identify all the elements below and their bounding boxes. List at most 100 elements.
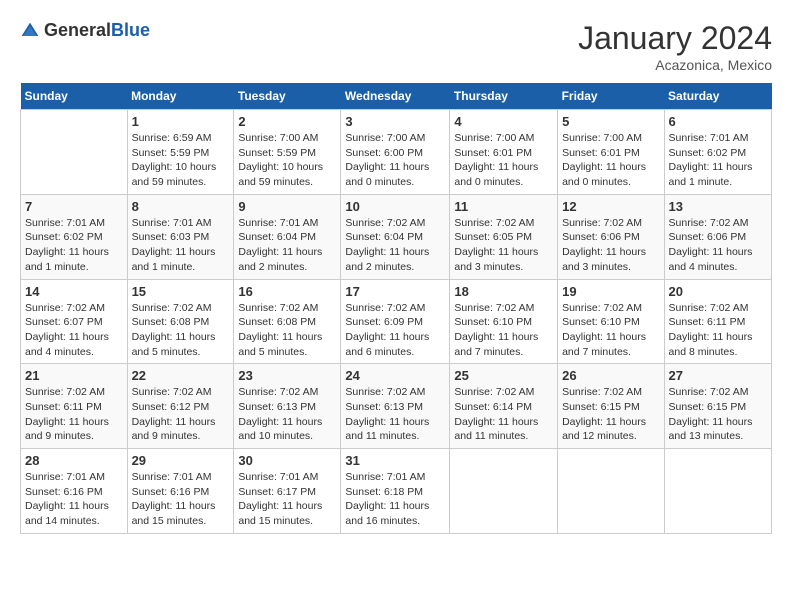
- day-info: Sunrise: 7:02 AM Sunset: 6:06 PM Dayligh…: [669, 216, 767, 275]
- week-row-3: 14 Sunrise: 7:02 AM Sunset: 6:07 PM Dayli…: [21, 279, 772, 364]
- calendar-cell: 2 Sunrise: 7:00 AM Sunset: 5:59 PM Daylig…: [234, 110, 341, 195]
- day-info: Sunrise: 7:02 AM Sunset: 6:15 PM Dayligh…: [669, 385, 767, 444]
- day-number: 15: [132, 284, 230, 299]
- day-number: 26: [562, 368, 659, 383]
- day-info: Sunrise: 7:02 AM Sunset: 6:13 PM Dayligh…: [238, 385, 336, 444]
- calendar-cell: 23 Sunrise: 7:02 AM Sunset: 6:13 PM Dayli…: [234, 364, 341, 449]
- calendar-cell: 3 Sunrise: 7:00 AM Sunset: 6:00 PM Daylig…: [341, 110, 450, 195]
- day-info: Sunrise: 7:01 AM Sunset: 6:02 PM Dayligh…: [25, 216, 123, 275]
- calendar-cell: 21 Sunrise: 7:02 AM Sunset: 6:11 PM Dayli…: [21, 364, 128, 449]
- location: Acazonica, Mexico: [578, 57, 772, 73]
- day-info: Sunrise: 7:02 AM Sunset: 6:15 PM Dayligh…: [562, 385, 659, 444]
- calendar-cell: 22 Sunrise: 7:02 AM Sunset: 6:12 PM Dayli…: [127, 364, 234, 449]
- logo-text-blue: Blue: [111, 20, 150, 40]
- calendar-cell: [558, 449, 664, 534]
- day-info: Sunrise: 7:02 AM Sunset: 6:08 PM Dayligh…: [238, 301, 336, 360]
- header-wednesday: Wednesday: [341, 83, 450, 110]
- calendar-cell: 27Sunrise: 7:02 AM Sunset: 6:15 PM Dayli…: [664, 364, 771, 449]
- week-row-2: 7 Sunrise: 7:01 AM Sunset: 6:02 PM Daylig…: [21, 194, 772, 279]
- calendar-cell: 24 Sunrise: 7:02 AM Sunset: 6:13 PM Dayli…: [341, 364, 450, 449]
- calendar-cell: 5 Sunrise: 7:00 AM Sunset: 6:01 PM Daylig…: [558, 110, 664, 195]
- day-number: 29: [132, 453, 230, 468]
- day-number: 30: [238, 453, 336, 468]
- day-info: Sunrise: 7:02 AM Sunset: 6:13 PM Dayligh…: [345, 385, 445, 444]
- day-number: 14: [25, 284, 123, 299]
- header-saturday: Saturday: [664, 83, 771, 110]
- day-info: Sunrise: 7:02 AM Sunset: 6:04 PM Dayligh…: [345, 216, 445, 275]
- logo: GeneralBlue: [20, 20, 150, 41]
- day-number: 8: [132, 199, 230, 214]
- calendar-cell: 8 Sunrise: 7:01 AM Sunset: 6:03 PM Daylig…: [127, 194, 234, 279]
- calendar-cell: 1Sunrise: 6:59 AM Sunset: 5:59 PM Daylig…: [127, 110, 234, 195]
- day-info: Sunrise: 7:02 AM Sunset: 6:11 PM Dayligh…: [25, 385, 123, 444]
- month-title: January 2024: [578, 20, 772, 57]
- header-sunday: Sunday: [21, 83, 128, 110]
- day-number: 19: [562, 284, 659, 299]
- day-number: 22: [132, 368, 230, 383]
- day-info: Sunrise: 7:02 AM Sunset: 6:11 PM Dayligh…: [669, 301, 767, 360]
- day-info: Sunrise: 7:01 AM Sunset: 6:18 PM Dayligh…: [345, 470, 445, 529]
- calendar-cell: 7 Sunrise: 7:01 AM Sunset: 6:02 PM Daylig…: [21, 194, 128, 279]
- day-number: 2: [238, 114, 336, 129]
- day-info: Sunrise: 7:01 AM Sunset: 6:16 PM Dayligh…: [25, 470, 123, 529]
- day-info: Sunrise: 7:00 AM Sunset: 6:01 PM Dayligh…: [454, 131, 553, 190]
- calendar-cell: 9 Sunrise: 7:01 AM Sunset: 6:04 PM Daylig…: [234, 194, 341, 279]
- calendar-cell: 15 Sunrise: 7:02 AM Sunset: 6:08 PM Dayli…: [127, 279, 234, 364]
- calendar-cell: 31 Sunrise: 7:01 AM Sunset: 6:18 PM Dayli…: [341, 449, 450, 534]
- day-number: 24: [345, 368, 445, 383]
- week-row-5: 28 Sunrise: 7:01 AM Sunset: 6:16 PM Dayli…: [21, 449, 772, 534]
- calendar-cell: 10Sunrise: 7:02 AM Sunset: 6:04 PM Dayli…: [341, 194, 450, 279]
- day-info: Sunrise: 7:01 AM Sunset: 6:17 PM Dayligh…: [238, 470, 336, 529]
- calendar-cell: 14 Sunrise: 7:02 AM Sunset: 6:07 PM Dayli…: [21, 279, 128, 364]
- day-number: 9: [238, 199, 336, 214]
- logo-text-general: General: [44, 20, 111, 40]
- day-info: Sunrise: 7:00 AM Sunset: 6:01 PM Dayligh…: [562, 131, 659, 190]
- day-number: 3: [345, 114, 445, 129]
- week-row-4: 21 Sunrise: 7:02 AM Sunset: 6:11 PM Dayli…: [21, 364, 772, 449]
- day-info: Sunrise: 7:01 AM Sunset: 6:02 PM Dayligh…: [669, 131, 767, 190]
- header-thursday: Thursday: [450, 83, 558, 110]
- day-number: 23: [238, 368, 336, 383]
- calendar-cell: 6Sunrise: 7:01 AM Sunset: 6:02 PM Daylig…: [664, 110, 771, 195]
- week-row-1: 1Sunrise: 6:59 AM Sunset: 5:59 PM Daylig…: [21, 110, 772, 195]
- day-number: 5: [562, 114, 659, 129]
- day-number: 13: [669, 199, 767, 214]
- page-header: GeneralBlue January 2024 Acazonica, Mexi…: [20, 20, 772, 73]
- calendar-cell: [664, 449, 771, 534]
- day-info: Sunrise: 6:59 AM Sunset: 5:59 PM Dayligh…: [132, 131, 230, 190]
- day-number: 12: [562, 199, 659, 214]
- calendar-cell: 13 Sunrise: 7:02 AM Sunset: 6:06 PM Dayli…: [664, 194, 771, 279]
- header-monday: Monday: [127, 83, 234, 110]
- header-row: SundayMondayTuesdayWednesdayThursdayFrid…: [21, 83, 772, 110]
- day-info: Sunrise: 7:02 AM Sunset: 6:07 PM Dayligh…: [25, 301, 123, 360]
- day-number: 28: [25, 453, 123, 468]
- day-info: Sunrise: 7:00 AM Sunset: 5:59 PM Dayligh…: [238, 131, 336, 190]
- day-info: Sunrise: 7:01 AM Sunset: 6:16 PM Dayligh…: [132, 470, 230, 529]
- calendar-cell: 17Sunrise: 7:02 AM Sunset: 6:09 PM Dayli…: [341, 279, 450, 364]
- calendar-cell: 25Sunrise: 7:02 AM Sunset: 6:14 PM Dayli…: [450, 364, 558, 449]
- calendar-cell: 20 Sunrise: 7:02 AM Sunset: 6:11 PM Dayli…: [664, 279, 771, 364]
- day-number: 20: [669, 284, 767, 299]
- calendar-cell: 16 Sunrise: 7:02 AM Sunset: 6:08 PM Dayli…: [234, 279, 341, 364]
- day-info: Sunrise: 7:00 AM Sunset: 6:00 PM Dayligh…: [345, 131, 445, 190]
- day-number: 16: [238, 284, 336, 299]
- day-info: Sunrise: 7:02 AM Sunset: 6:06 PM Dayligh…: [562, 216, 659, 275]
- day-info: Sunrise: 7:02 AM Sunset: 6:10 PM Dayligh…: [562, 301, 659, 360]
- day-info: Sunrise: 7:01 AM Sunset: 6:03 PM Dayligh…: [132, 216, 230, 275]
- calendar-cell: 28 Sunrise: 7:01 AM Sunset: 6:16 PM Dayli…: [21, 449, 128, 534]
- calendar-cell: 26 Sunrise: 7:02 AM Sunset: 6:15 PM Dayli…: [558, 364, 664, 449]
- day-number: 21: [25, 368, 123, 383]
- day-number: 7: [25, 199, 123, 214]
- header-friday: Friday: [558, 83, 664, 110]
- day-info: Sunrise: 7:01 AM Sunset: 6:04 PM Dayligh…: [238, 216, 336, 275]
- calendar-cell: 30 Sunrise: 7:01 AM Sunset: 6:17 PM Dayli…: [234, 449, 341, 534]
- calendar-cell: 29 Sunrise: 7:01 AM Sunset: 6:16 PM Dayli…: [127, 449, 234, 534]
- day-info: Sunrise: 7:02 AM Sunset: 6:12 PM Dayligh…: [132, 385, 230, 444]
- day-info: Sunrise: 7:02 AM Sunset: 6:14 PM Dayligh…: [454, 385, 553, 444]
- calendar-cell: 11Sunrise: 7:02 AM Sunset: 6:05 PM Dayli…: [450, 194, 558, 279]
- day-number: 11: [454, 199, 553, 214]
- calendar-cell: 4Sunrise: 7:00 AM Sunset: 6:01 PM Daylig…: [450, 110, 558, 195]
- day-number: 17: [345, 284, 445, 299]
- day-info: Sunrise: 7:02 AM Sunset: 6:08 PM Dayligh…: [132, 301, 230, 360]
- day-number: 31: [345, 453, 445, 468]
